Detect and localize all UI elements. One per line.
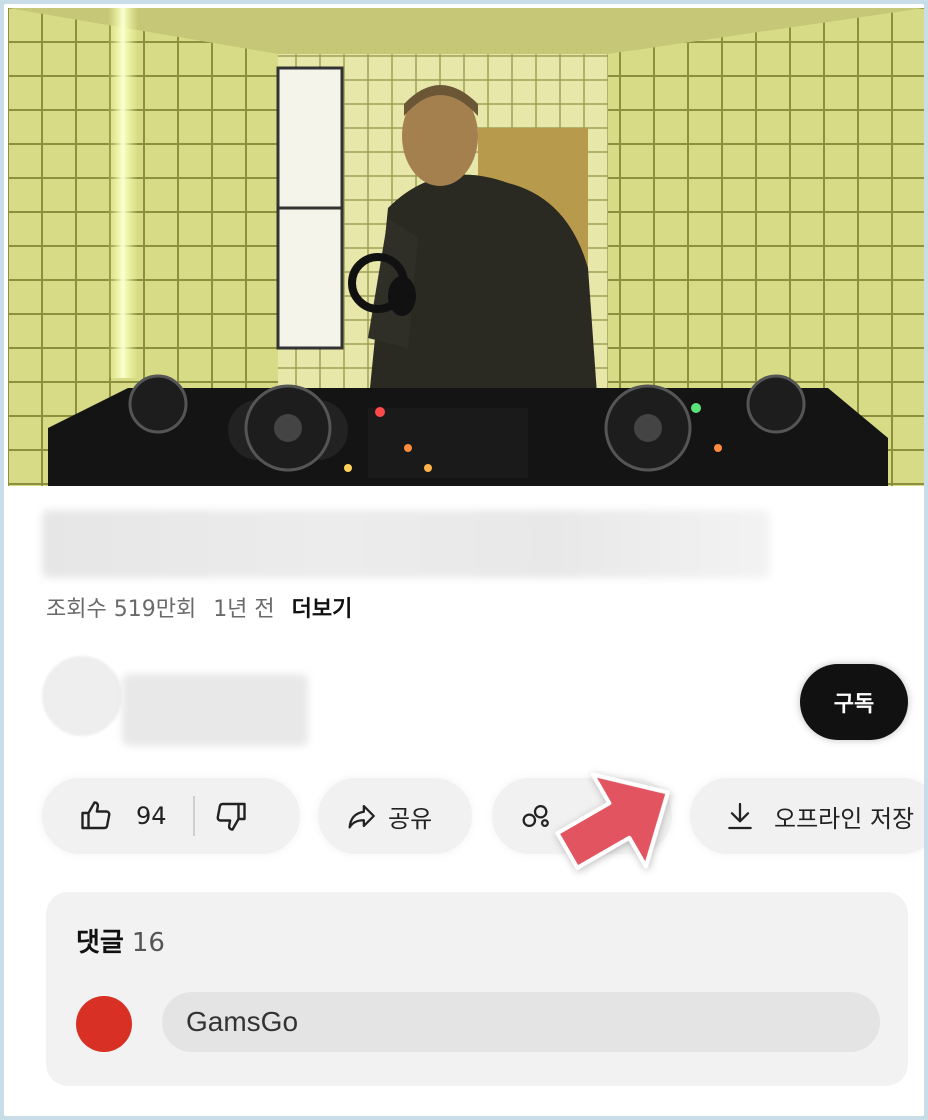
app-frame: 조회수 519만회 1년 전 더보기 구독 94 공유 오프라인 저장 댓글 1… — [4, 4, 924, 1116]
video-thumbnail — [8, 8, 924, 486]
download-icon — [724, 800, 756, 832]
channel-avatar[interactable] — [42, 656, 122, 736]
share-label: 공유 — [388, 804, 433, 833]
comment-input[interactable]: GamsGo — [162, 992, 880, 1052]
remix-icon — [518, 799, 552, 833]
commenter-avatar — [76, 996, 132, 1052]
comments-header: 댓글 16 — [76, 922, 165, 959]
comment-input-text: GamsGo — [186, 1006, 299, 1037]
comments-title: 댓글 — [76, 928, 124, 958]
download-button[interactable]: 오프라인 저장 — [690, 778, 924, 854]
video-title-blurred — [42, 510, 770, 578]
video-meta[interactable]: 조회수 519만회 1년 전 더보기 — [46, 591, 362, 623]
upload-age: 1년 전 — [213, 597, 275, 622]
video-player[interactable] — [8, 8, 924, 486]
like-dislike-group: 94 — [42, 778, 300, 854]
comments-section[interactable]: 댓글 16 GamsGo — [46, 892, 908, 1086]
video-info-panel: 조회수 519만회 1년 전 더보기 구독 94 공유 오프라인 저장 댓글 1… — [12, 488, 924, 1116]
subscribe-button[interactable]: 구독 — [800, 664, 908, 740]
comments-count: 16 — [131, 928, 165, 958]
thumbs-up-icon[interactable] — [78, 798, 114, 834]
channel-name-blurred[interactable] — [122, 674, 308, 746]
remix-button[interactable] — [492, 778, 672, 854]
like-divider — [192, 796, 195, 836]
thumbs-down-icon[interactable] — [213, 798, 249, 834]
share-button[interactable]: 공유 — [318, 778, 472, 854]
share-icon — [344, 799, 378, 833]
more-link[interactable]: 더보기 — [292, 597, 353, 622]
download-label: 오프라인 저장 — [774, 804, 915, 833]
like-count: 94 — [136, 802, 167, 830]
view-count: 조회수 519만회 — [46, 597, 197, 622]
